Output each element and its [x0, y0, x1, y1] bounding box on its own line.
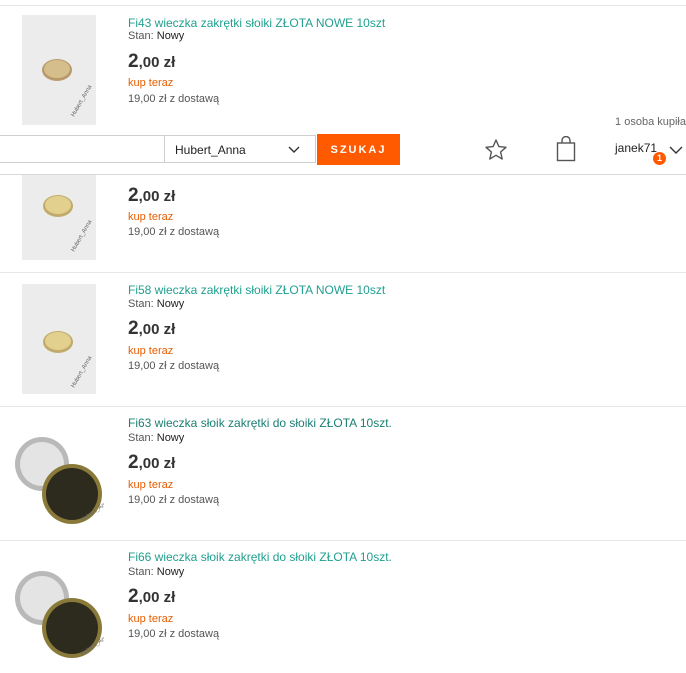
buy-now-label: kup teraz [128, 345, 174, 357]
seller-dropdown-value: Hubert_Anna [175, 143, 246, 157]
item-price: 2,00 zł [128, 51, 176, 72]
notification-badge: 1 [653, 152, 666, 165]
buy-now-label: kup teraz [128, 77, 174, 89]
buy-now-label: kup teraz [128, 479, 174, 491]
item-title[interactable]: Fi43 wieczka zakrętki słoiki ZŁOTA NOWE … [128, 16, 385, 30]
seller-dropdown[interactable]: Hubert_Anna [164, 135, 316, 163]
item-condition: Stan: Nowy [128, 566, 185, 578]
shipping-price: 19,00 zł z dostawą [128, 494, 220, 506]
item-divider [0, 540, 686, 541]
item-price: 2,00 zł [128, 586, 176, 607]
chevron-down-icon [288, 146, 300, 153]
item-price: 2,00 zł [128, 185, 176, 206]
top-divider [0, 5, 686, 6]
shipping-price: 19,00 zł z dostawą [128, 360, 220, 372]
star-icon[interactable] [484, 138, 508, 162]
item-price: 2,00 zł [128, 318, 176, 339]
item-title[interactable]: Fi66 wieczka słoik zakrętki do słoiki ZŁ… [128, 550, 392, 564]
shipping-price: 19,00 zł z dostawą [128, 628, 220, 640]
product-image[interactable]: Hubert_Anna [12, 418, 104, 528]
product-image[interactable]: Hubert_Anna [22, 284, 96, 394]
item-condition: Stan: Nowy [128, 30, 185, 42]
item-price: 2,00 zł [128, 452, 176, 473]
item-title[interactable]: Fi58 wieczka zakrętki słoiki ZŁOTA NOWE … [128, 283, 385, 297]
item-title[interactable]: Fi63 wieczka słoik zakrętki do słoiki ZŁ… [128, 416, 392, 430]
chevron-down-icon[interactable] [668, 143, 684, 157]
buyers-count: 1 osoba kupiła [615, 116, 686, 128]
sticky-search-header: Hubert_Anna SZUKAJ janek71 1 [0, 130, 686, 175]
user-menu-name[interactable]: janek71 [615, 141, 657, 155]
shopping-bag-icon[interactable] [556, 136, 576, 162]
buy-now-label: kup teraz [128, 613, 174, 625]
buy-now-label: kup teraz [128, 211, 174, 223]
item-condition: Stan: Nowy [128, 432, 185, 444]
item-divider [0, 406, 686, 407]
search-button[interactable]: SZUKAJ [317, 134, 400, 165]
shipping-price: 19,00 zł z dostawą [128, 93, 220, 105]
item-condition: Stan: Nowy [128, 298, 185, 310]
product-image[interactable]: Hubert_Anna [22, 15, 96, 125]
shipping-price: 19,00 zł z dostawą [128, 226, 220, 238]
item-divider [0, 272, 686, 273]
product-image[interactable]: Hubert_Anna [12, 552, 104, 662]
search-input[interactable] [0, 135, 164, 163]
